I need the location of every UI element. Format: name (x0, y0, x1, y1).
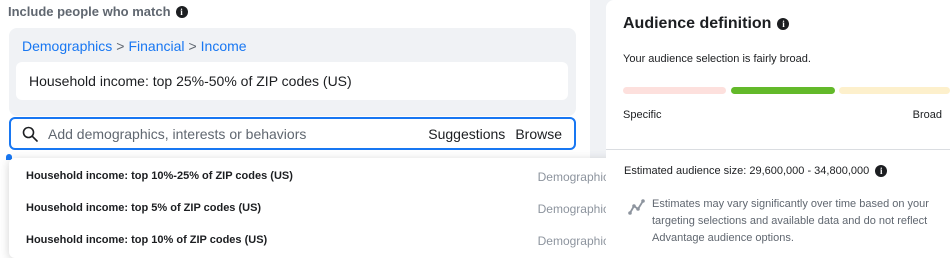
breadcrumb-income[interactable]: Income (201, 38, 247, 54)
audience-breadth-meter (623, 87, 950, 95)
estimate-disclaimer: Estimates may vary significantly over ti… (652, 198, 929, 244)
search-input[interactable]: Add demographics, interests or behaviors… (9, 117, 576, 150)
panel-title-text: Audience definition (623, 15, 772, 32)
breadcrumb-separator: > (188, 38, 197, 54)
meter-label-specific: Specific (623, 109, 662, 121)
info-icon[interactable]: i (175, 5, 188, 18)
info-icon[interactable]: i (875, 165, 888, 177)
meter-segment-broad (839, 87, 950, 94)
dropdown-item-label: Household income: top 10%-25% of ZIP cod… (26, 170, 293, 182)
divider (606, 149, 950, 150)
dropdown-item-label: Household income: top 5% of ZIP codes (U… (26, 202, 262, 214)
search-links: Suggestions Browse (428, 126, 562, 142)
dropdown-item[interactable]: Household income: top 10%-25% of ZIP cod… (9, 160, 629, 192)
audience-definition-panel: Audience definition i Your audience sele… (606, 0, 950, 258)
search-icon (22, 126, 38, 142)
include-label-text: Include people who match (8, 4, 171, 19)
breadcrumb: Demographics > Financial > Income (22, 38, 247, 54)
dropdown-item[interactable]: Household income: top 10% of ZIP codes (… (9, 224, 629, 256)
meter-label-broad: Broad (912, 109, 942, 121)
breadcrumb-separator: > (116, 38, 125, 54)
trend-icon (628, 199, 645, 215)
dropdown-item-category: Demographics (537, 202, 615, 216)
selected-targeting-item[interactable]: Household income: top 25%-50% of ZIP cod… (16, 62, 568, 100)
meter-segment-specific (623, 87, 726, 94)
suggestions-link[interactable]: Suggestions (428, 126, 505, 142)
meter-segment-active (731, 87, 835, 94)
breadcrumb-demographics[interactable]: Demographics (22, 38, 112, 54)
info-icon[interactable]: i (777, 18, 790, 30)
search-placeholder: Add demographics, interests or behaviors (48, 126, 307, 142)
panel-title: Audience definition i (623, 15, 790, 33)
include-label: Include people who match i (8, 4, 188, 19)
selected-targeting-box: Demographics > Financial > Income Househ… (9, 28, 576, 116)
suggestions-dropdown: Household income: top 10%-25% of ZIP cod… (9, 158, 629, 258)
breadcrumb-financial[interactable]: Financial (128, 38, 184, 54)
browse-link[interactable]: Browse (515, 126, 562, 142)
dropdown-item-category: Demographics (537, 234, 615, 248)
audience-description: Your audience selection is fairly broad. (623, 53, 811, 65)
audience-size-text: Estimated audience size: 29,600,000 - 34… (624, 165, 870, 177)
estimated-audience-size: Estimated audience size: 29,600,000 - 34… (624, 165, 888, 177)
dropdown-item[interactable]: Household income: top 5% of ZIP codes (U… (9, 192, 629, 224)
dropdown-item-label: Household income: top 10% of ZIP codes (… (26, 234, 268, 246)
dropdown-item-category: Demographics (537, 170, 615, 184)
